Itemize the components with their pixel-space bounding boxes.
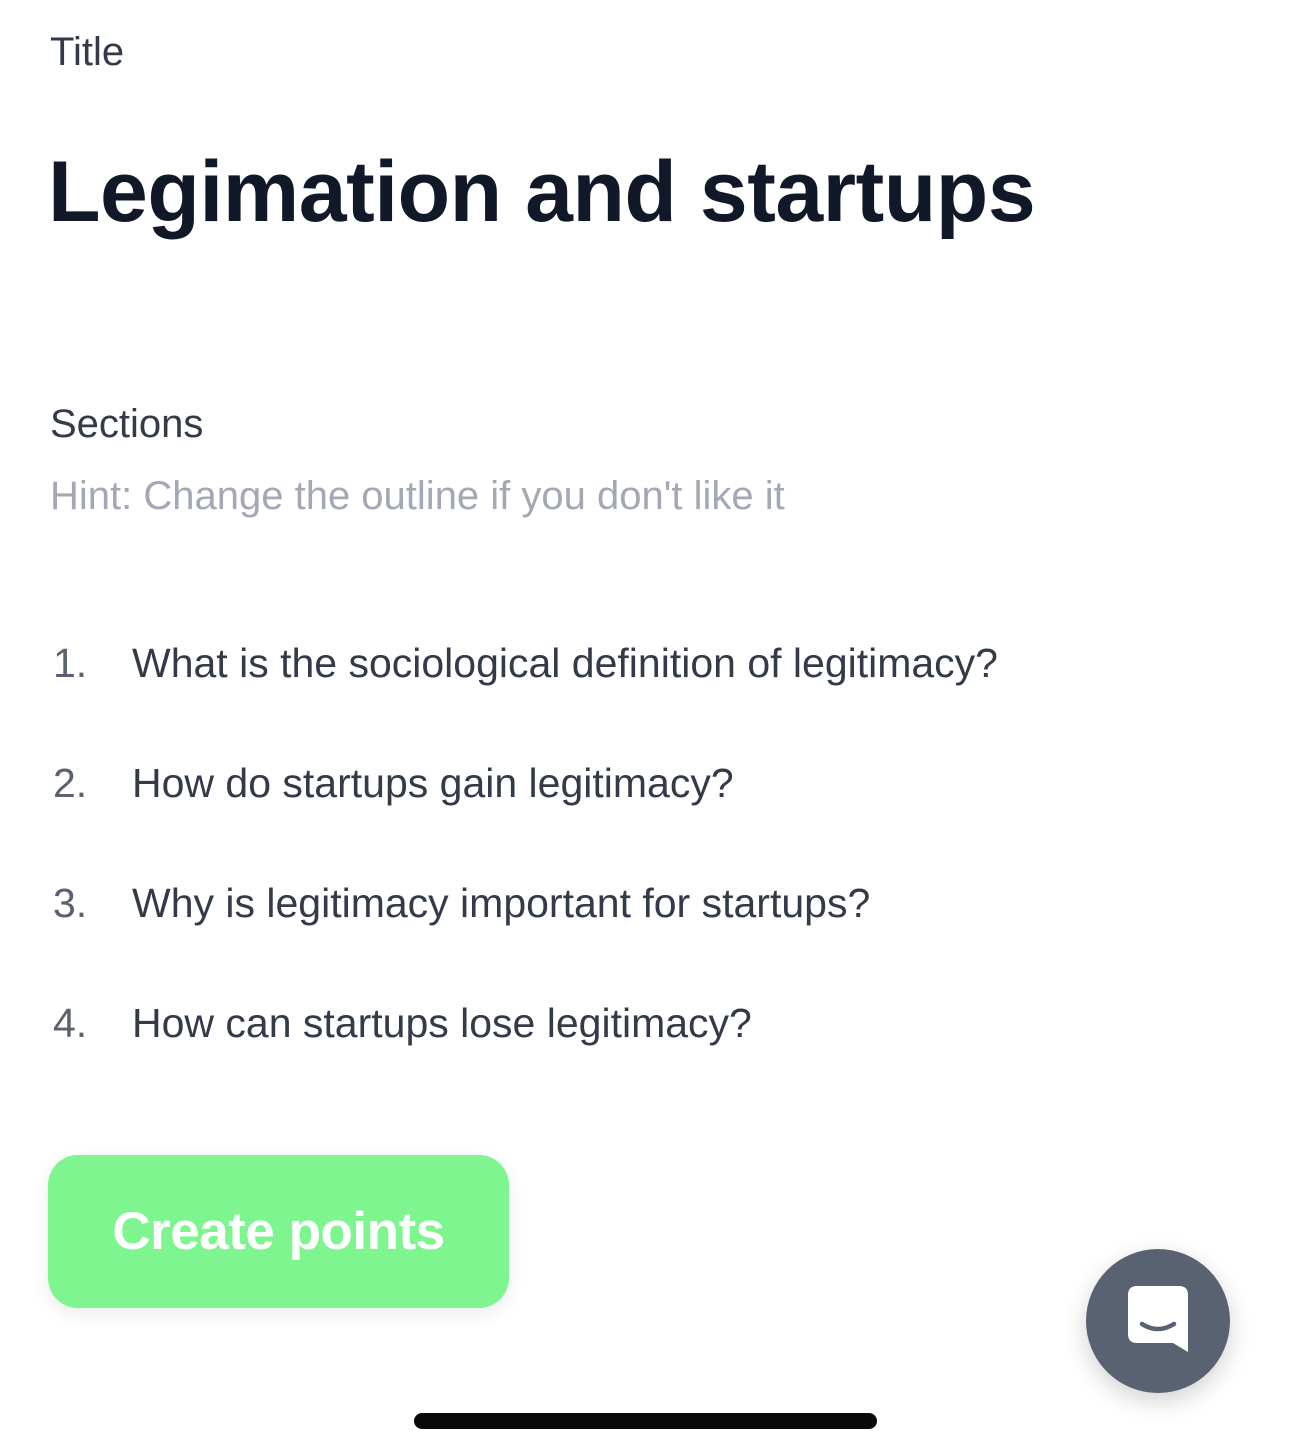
- outline-hint: Hint: Change the outline if you don't li…: [50, 474, 785, 518]
- chat-bubble-smile-icon: [1125, 1283, 1191, 1360]
- create-points-button[interactable]: Create points: [48, 1155, 509, 1308]
- chat-launcher-button[interactable]: [1086, 1249, 1230, 1393]
- page-title[interactable]: Legimation and startups: [48, 140, 1036, 244]
- section-text[interactable]: What is the sociological definition of l…: [132, 636, 998, 690]
- home-indicator[interactable]: [414, 1413, 877, 1429]
- sections-label: Sections: [50, 402, 204, 446]
- section-number: 4.: [53, 1000, 88, 1046]
- section-number: 1.: [53, 640, 88, 686]
- section-text[interactable]: How can startups lose legitimacy?: [132, 996, 752, 1050]
- section-text[interactable]: How do startups gain legitimacy?: [132, 756, 734, 810]
- section-number: 2.: [53, 760, 88, 806]
- section-number: 3.: [53, 880, 88, 926]
- section-text[interactable]: Why is legitimacy important for startups…: [132, 876, 870, 930]
- title-label: Title: [50, 30, 125, 74]
